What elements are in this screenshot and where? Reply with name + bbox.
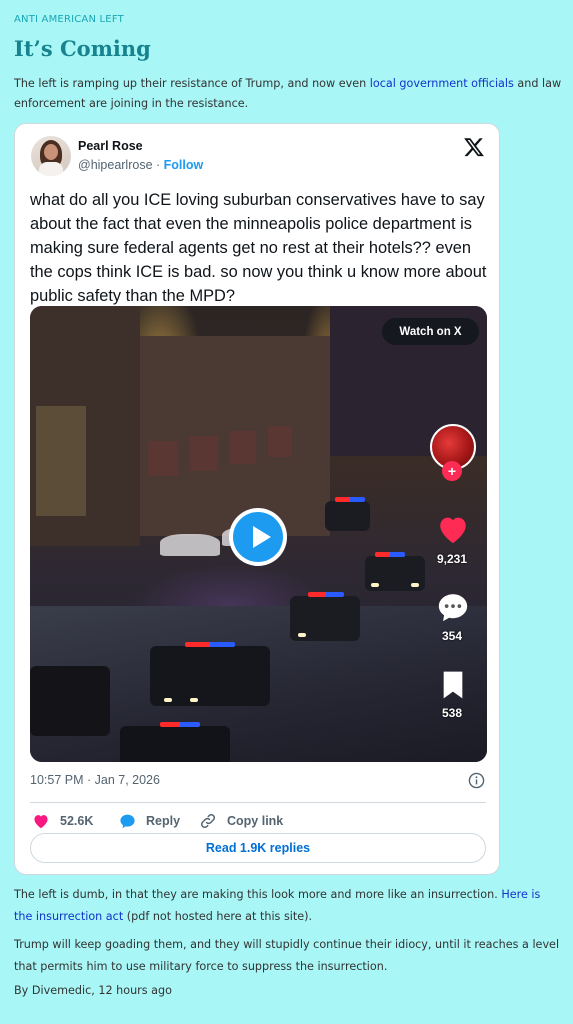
x-logo-icon[interactable] [463,136,485,158]
video-comment-count: 354 [441,629,463,643]
author-link[interactable]: Divemedic [32,984,91,997]
copy-link-button[interactable]: Copy link [199,809,283,833]
read-replies-button[interactable]: Read 1.9K replies [30,833,486,863]
handle-separator: · [152,158,164,172]
reply-button[interactable]: Reply [119,809,180,833]
like-count: 52.6K [60,814,94,828]
byline-time: , 12 hours ago [91,984,172,997]
watch-on-x-button[interactable]: Watch on X [382,318,479,345]
video-comment-icon [434,591,472,623]
link-icon [200,813,216,829]
byline-prefix: By [14,984,32,997]
tweet-video[interactable]: Watch on X + 9,231 354 538 [30,306,487,762]
tweet-timestamp[interactable]: 10:57 PM · Jan 7, 2026 [30,773,160,787]
follow-button[interactable]: Follow [164,158,204,172]
intro-text-pre: The left is ramping up their resistance … [14,77,370,90]
post-title: It’s Coming [14,36,151,61]
tweet-author-handle[interactable]: @hipearlrose [78,158,153,172]
post-paragraph-3: Trump will keep goading them, and they w… [14,938,560,973]
tweet-divider [30,802,486,803]
like-button[interactable]: 52.6K [32,809,93,833]
byline: By Divemedic, 12 hours ago [14,984,172,997]
play-icon[interactable] [229,508,287,566]
video-follow-plus: + [442,461,462,481]
embedded-tweet: Pearl Rose @hipearlrose · Follow what do… [14,123,500,875]
tweet-text: what do all you ICE loving suburban cons… [30,191,487,305]
post-paragraph-2: The left is dumb, in that they are makin… [14,884,562,928]
info-icon[interactable] [468,772,485,789]
speech-bubble-icon [120,814,135,829]
tweet-author-name[interactable]: Pearl Rose [78,139,143,153]
local-officials-link[interactable]: local government officials [370,77,514,90]
post-intro: The left is ramping up their resistance … [14,74,562,114]
para2-text-pre: The left is dumb, in that they are makin… [14,888,502,901]
video-bookmark-icon [434,669,472,701]
video-save-count: 538 [441,706,463,720]
tweet-author-handle-row: @hipearlrose · Follow [78,158,203,172]
category-link[interactable]: ANTI AMERICAN LEFT [14,14,124,25]
para2-text-post: (pdf not hosted here at this site). [123,910,313,923]
reply-label: Reply [146,814,181,828]
video-like-count: 9,231 [436,552,468,566]
avatar[interactable] [31,136,71,176]
video-heart-icon [434,513,472,545]
heart-icon [34,815,48,829]
copy-link-label: Copy link [227,814,284,828]
